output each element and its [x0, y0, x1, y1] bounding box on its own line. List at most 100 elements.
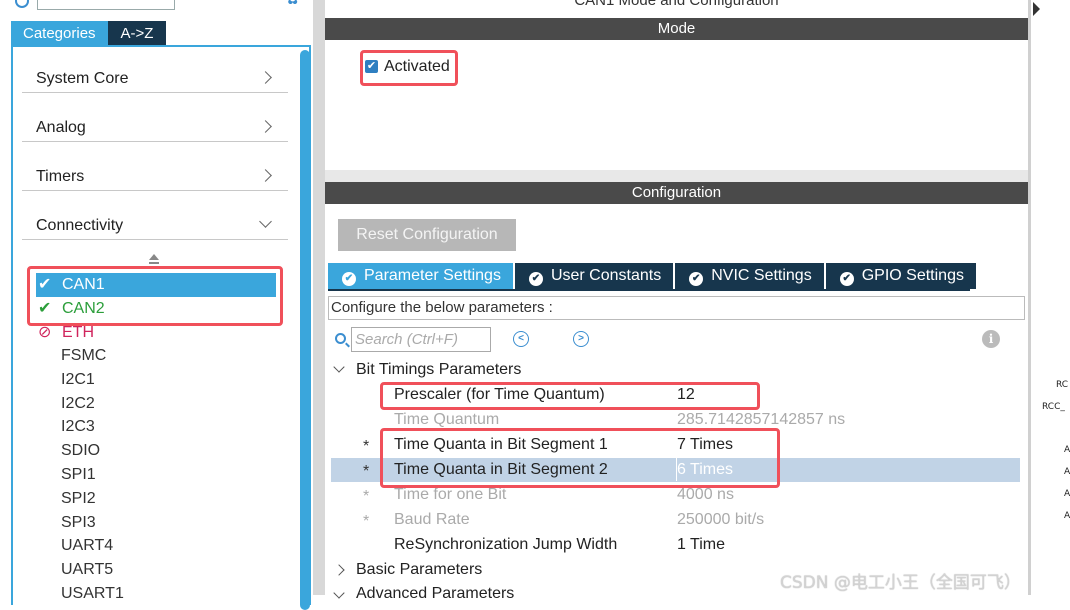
group-basic-parameters[interactable]: Basic Parameters: [356, 561, 482, 579]
param-name: Time Quantum: [394, 411, 500, 428]
watermark: CSDN @电工小王（全国可飞）: [780, 573, 1021, 593]
collapse-arrow-icon[interactable]: [1033, 2, 1040, 16]
scroll-up-icon[interactable]: [149, 254, 159, 260]
param-row-time-for-one-bit[interactable]: * Time for one Bit 4000 ns: [331, 483, 1020, 507]
param-name: Time for one Bit: [394, 486, 507, 503]
peripheral-item[interactable]: SPI1: [61, 466, 96, 484]
peripheral-item[interactable]: I2C1: [61, 371, 95, 389]
search-icon: [15, 0, 29, 8]
peripheral-item-eth[interactable]: ⊘ ETH: [36, 321, 276, 345]
categories-panel: ✿ Categories A->Z System Core Analog Tim…: [0, 0, 315, 610]
scroll-up-bar: [149, 262, 159, 264]
mode-header: Mode: [325, 18, 1028, 40]
param-name: ReSynchronization Jump Width: [394, 536, 618, 553]
chevron-down-icon: [259, 215, 272, 228]
param-row-time-quantum[interactable]: Time Quantum 285.7142857142857 ns: [331, 408, 1020, 432]
peripheral-item-can1[interactable]: ✔ CAN1: [36, 273, 276, 297]
tab-user-constants[interactable]: ✔ User Constants: [514, 263, 674, 289]
peripheral-item[interactable]: FSMC: [61, 347, 106, 365]
param-value[interactable]: 12: [677, 383, 695, 407]
chevron-right-icon: [259, 169, 272, 182]
prohibited-icon: ⊘: [38, 324, 52, 341]
chevron-down-icon[interactable]: [333, 361, 345, 373]
param-mark: *: [363, 438, 370, 455]
param-name: Baud Rate: [394, 511, 470, 528]
category-system-core[interactable]: System Core: [22, 65, 288, 93]
param-value: 4000 ns: [677, 486, 734, 503]
peripheral-item[interactable]: I2C2: [61, 395, 95, 413]
tab-categories[interactable]: Categories: [11, 21, 108, 46]
check-icon: ✔: [38, 276, 52, 293]
configuration-header: Configuration: [325, 182, 1028, 204]
peripheral-item-can2[interactable]: ✔ CAN2: [36, 297, 276, 321]
section-separator: [325, 170, 1028, 182]
peripheral-item[interactable]: SPI3: [61, 514, 96, 532]
left-scrollbar[interactable]: [300, 50, 310, 610]
param-value[interactable]: 1 Time: [677, 533, 725, 557]
param-mark: *: [363, 513, 370, 530]
param-row-sjw[interactable]: ReSynchronization Jump Width 1 Time: [331, 533, 1020, 557]
peripheral-label: CAN2: [62, 300, 105, 317]
category-label: Connectivity: [36, 217, 124, 234]
search-input[interactable]: Search (Ctrl+F): [351, 327, 491, 352]
tab-gpio-settings[interactable]: ✔ GPIO Settings: [825, 263, 976, 289]
search-input[interactable]: [37, 0, 175, 10]
reset-configuration-button[interactable]: Reset Configuration: [338, 219, 516, 251]
param-row-bit-segment-1[interactable]: * Time Quanta in Bit Segment 1 7 Times: [331, 433, 1020, 457]
param-value: 250000 bit/s: [677, 511, 765, 528]
next-result-icon[interactable]: >: [573, 331, 589, 347]
chevron-right-icon: [259, 71, 272, 84]
tab-label: User Constants: [550, 267, 662, 284]
check-icon: ✔: [38, 300, 52, 317]
page-title: CAN1 Mode and Configuration: [574, 0, 779, 9]
strip-text: A: [1064, 489, 1070, 499]
activated-label: Activated: [384, 58, 450, 75]
param-row-baud-rate[interactable]: * Baud Rate 250000 bit/s: [331, 508, 1020, 532]
group-advanced-parameters[interactable]: Advanced Parameters: [356, 585, 514, 603]
peripheral-label: ETH: [62, 324, 94, 341]
param-name: Time Quanta in Bit Segment 1: [394, 436, 608, 453]
category-label: Analog: [36, 119, 86, 136]
info-icon[interactable]: i: [982, 330, 1000, 348]
peripheral-item[interactable]: UART4: [61, 537, 113, 555]
param-row-prescaler[interactable]: Prescaler (for Time Quantum) 12: [331, 383, 1020, 407]
check-circle-icon: ✔: [342, 272, 356, 286]
strip-text: A: [1064, 467, 1070, 477]
category-analog[interactable]: Analog: [22, 114, 288, 142]
tab-a-z[interactable]: A->Z: [107, 21, 167, 46]
check-circle-icon: ✔: [839, 272, 854, 286]
tab-label: NVIC Settings: [711, 267, 812, 284]
param-name: Prescaler (for Time Quantum): [394, 386, 605, 403]
category-connectivity[interactable]: Connectivity: [22, 212, 288, 240]
group-bit-timings[interactable]: Bit Timings Parameters: [356, 361, 521, 379]
peripheral-item[interactable]: UART5: [61, 561, 113, 579]
tabs-underline: [328, 289, 970, 291]
previous-result-icon[interactable]: <: [513, 331, 529, 347]
param-value[interactable]: 6 Times: [677, 458, 733, 482]
column-divider: [676, 458, 677, 481]
strip-text: RC: [1056, 380, 1069, 390]
tab-parameter-settings[interactable]: ✔ Parameter Settings: [328, 263, 513, 289]
search-icon: [335, 333, 346, 344]
peripheral-item[interactable]: SDIO: [61, 442, 100, 460]
strip-text: RCC_: [1042, 402, 1065, 412]
tab-label: GPIO Settings: [861, 267, 964, 284]
chevron-right-icon[interactable]: [333, 564, 345, 576]
peripheral-item[interactable]: USART1: [61, 585, 124, 603]
param-value[interactable]: 7 Times: [677, 433, 733, 457]
activated-checkbox[interactable]: ✔: [365, 60, 378, 73]
tab-nvic-settings[interactable]: ✔ NVIC Settings: [675, 263, 824, 289]
check-circle-icon: ✔: [528, 272, 543, 286]
config-tabs: ✔ Parameter Settings ✔ User Constants ✔ NVI…: [328, 263, 978, 289]
chevron-down-icon[interactable]: [333, 587, 345, 599]
peripheral-item[interactable]: SPI2: [61, 490, 96, 508]
panel-divider[interactable]: [313, 0, 325, 595]
chevron-right-icon: [259, 120, 272, 133]
param-value: 285.7142857142857 ns: [677, 411, 846, 428]
peripheral-label: CAN1: [62, 276, 105, 293]
strip-text: A: [1064, 511, 1070, 521]
category-timers[interactable]: Timers: [22, 163, 288, 191]
gear-icon[interactable]: ✿: [286, 0, 304, 8]
param-name: Time Quanta in Bit Segment 2: [394, 461, 608, 478]
peripheral-item[interactable]: I2C3: [61, 418, 95, 436]
